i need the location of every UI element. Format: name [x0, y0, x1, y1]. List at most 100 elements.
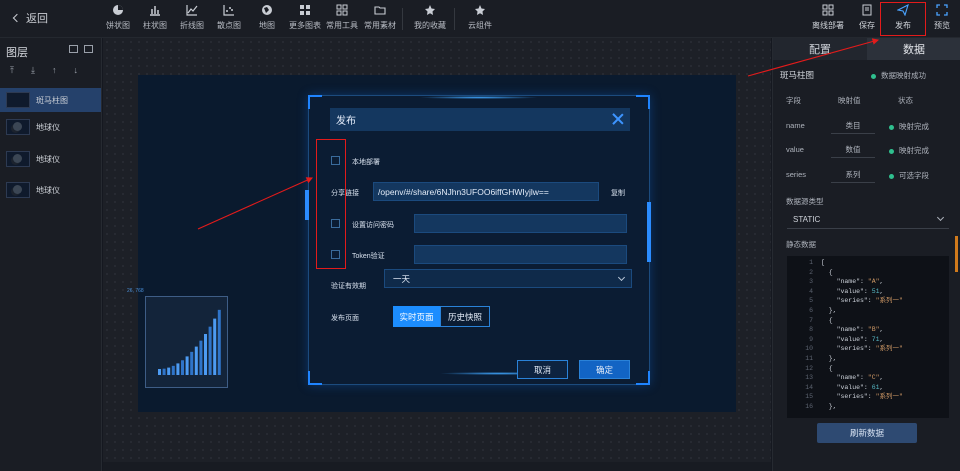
- layer-item[interactable]: 斑马柱图: [0, 88, 101, 112]
- close-icon[interactable]: [612, 113, 624, 125]
- cancel-button[interactable]: 取消: [517, 360, 568, 379]
- tool-label: 保存: [859, 21, 875, 30]
- access-password-input[interactable]: [414, 214, 627, 233]
- token-input[interactable]: [414, 245, 627, 264]
- preview-button[interactable]: 预览: [934, 4, 950, 31]
- layer-label: 地球仪: [36, 185, 60, 195]
- status-bar: [103, 462, 771, 471]
- validity-select[interactable]: 一天: [384, 269, 632, 288]
- row-mapping-input[interactable]: 系列: [831, 169, 875, 183]
- local-deploy-label: 本地部署: [352, 159, 380, 166]
- status-dot-icon: [889, 124, 894, 130]
- move-down-icon[interactable]: ↓: [73, 65, 78, 76]
- status-dot-icon: [889, 173, 894, 179]
- layout-list-icon[interactable]: [69, 45, 78, 53]
- back-button[interactable]: 返回: [12, 10, 48, 26]
- layer-item[interactable]: 地球仪: [0, 178, 101, 202]
- copy-link-button[interactable]: 复制: [611, 188, 625, 198]
- confirm-button[interactable]: 确定: [579, 360, 630, 379]
- refresh-data-button[interactable]: 刷新数据: [817, 423, 917, 443]
- line-number: 13: [805, 374, 813, 382]
- layers-panel: 图层 ⤒ ⤓ ↑ ↓ 斑马柱图 地球仪 地球仪 地球仪: [0, 38, 102, 471]
- layout-grid-icon[interactable]: [84, 45, 93, 53]
- code-line: "series": "系列一": [821, 393, 903, 401]
- tool-favorites[interactable]: 我的收藏: [410, 4, 450, 31]
- status-dot-icon: [871, 73, 876, 79]
- tool-common-tools[interactable]: 常用工具: [322, 4, 362, 31]
- layer-item[interactable]: 地球仪: [0, 115, 101, 139]
- row-mapping-input[interactable]: 数值: [831, 144, 875, 158]
- tool-cloud-components[interactable]: 云组件: [460, 4, 500, 31]
- line-number: 8: [809, 326, 813, 334]
- properties-panel: 配置 数据 斑马柱图 数据映射成功 字段 映射值 状态 name 类目 映射完成…: [772, 38, 960, 471]
- validity-value: 一天: [393, 273, 411, 284]
- history-snapshot-option[interactable]: 历史快照: [440, 306, 490, 327]
- dialog-header: 发布: [330, 108, 630, 131]
- status-dot-icon: [889, 148, 894, 154]
- tool-map[interactable]: 地图: [247, 4, 287, 31]
- move-bottom-icon[interactable]: ⤓: [31, 65, 35, 76]
- realtime-page-option[interactable]: 实时页面: [393, 306, 440, 327]
- code-line: "series": "系列一": [821, 345, 903, 353]
- annotation-box-publish: [880, 2, 926, 36]
- row-status: 映射完成: [889, 145, 929, 156]
- mini-bar: [171, 365, 175, 375]
- row-status-text: 可选字段: [899, 171, 929, 180]
- line-number: 2: [809, 268, 813, 276]
- line-number: 1: [809, 259, 813, 266]
- line-number: 15: [805, 393, 813, 401]
- line-number: 14: [805, 383, 813, 391]
- grid-dots-icon: [300, 5, 310, 15]
- line-number: 4: [809, 287, 813, 295]
- save-icon: [862, 4, 872, 16]
- code-line: },: [821, 403, 837, 410]
- scrollbar-thumb[interactable]: [955, 236, 958, 272]
- chevron-down-icon: [936, 213, 945, 222]
- dialog-edge-decoration: [647, 202, 651, 262]
- tab-config[interactable]: 配置: [773, 38, 867, 60]
- mini-bar: [167, 367, 171, 375]
- tab-data[interactable]: 数据: [867, 38, 960, 60]
- source-type-select[interactable]: STATIC: [787, 211, 949, 229]
- code-line: "value": 61,: [821, 383, 884, 391]
- tool-more-charts[interactable]: 更多图表: [285, 4, 325, 31]
- star-icon: [475, 5, 485, 15]
- tool-common-assets[interactable]: 常用素材: [360, 4, 400, 31]
- pie-chart-icon: [113, 5, 123, 15]
- zebra-bar-chart-widget[interactable]: [145, 296, 228, 388]
- bar-chart-icon: [150, 6, 160, 16]
- tool-label: 离线部署: [812, 21, 844, 30]
- code-line: "name": "B",: [821, 326, 884, 334]
- code-line: {: [821, 268, 833, 276]
- scatter-chart-icon: [223, 5, 234, 16]
- line-number: 12: [805, 364, 813, 372]
- tool-pie-chart[interactable]: 饼状图: [98, 4, 138, 31]
- coord-label: 26, 768: [127, 288, 144, 294]
- annotation-box-checkboxes: [316, 139, 346, 269]
- row-status: 映射完成: [889, 121, 929, 132]
- offline-deploy-button[interactable]: 离线部署: [812, 4, 844, 31]
- layer-label: 地球仪: [36, 154, 60, 164]
- mini-bar: [199, 340, 203, 375]
- line-number: 10: [805, 345, 813, 353]
- tool-label: 常用工具: [326, 21, 358, 30]
- save-button[interactable]: 保存: [859, 4, 875, 31]
- code-line: [: [821, 259, 825, 266]
- top-toolbar: 返回 饼状图 柱状图 折线图 散点图 地图 更多图表 常用工具 常用素材 我的收…: [0, 0, 960, 38]
- mini-bar: [208, 326, 212, 375]
- share-link-field[interactable]: /openv/#/share/6NJhn3UFOO6iffGHWIyjlw==: [373, 182, 599, 201]
- layer-item[interactable]: 地球仪: [0, 147, 101, 171]
- tool-line-chart[interactable]: 折线图: [172, 4, 212, 31]
- access-password-label: 设置访问密码: [352, 222, 394, 229]
- tool-bar-chart[interactable]: 柱状图: [135, 4, 175, 31]
- move-top-icon[interactable]: ⤒: [10, 65, 14, 76]
- source-type-label: 数据源类型: [786, 197, 824, 206]
- static-data-editor[interactable]: 1 [2 {3 "name": "A", 4 "value": 51, 5 "seri…: [787, 256, 949, 418]
- line-number: 5: [809, 297, 813, 305]
- static-data-label: 静态数据: [786, 240, 816, 249]
- move-up-icon[interactable]: ↑: [52, 65, 57, 76]
- code-line: {: [821, 316, 833, 324]
- tool-scatter-chart[interactable]: 散点图: [209, 4, 249, 31]
- row-mapping-input[interactable]: 类目: [831, 120, 875, 134]
- tool-label: 更多图表: [289, 21, 321, 30]
